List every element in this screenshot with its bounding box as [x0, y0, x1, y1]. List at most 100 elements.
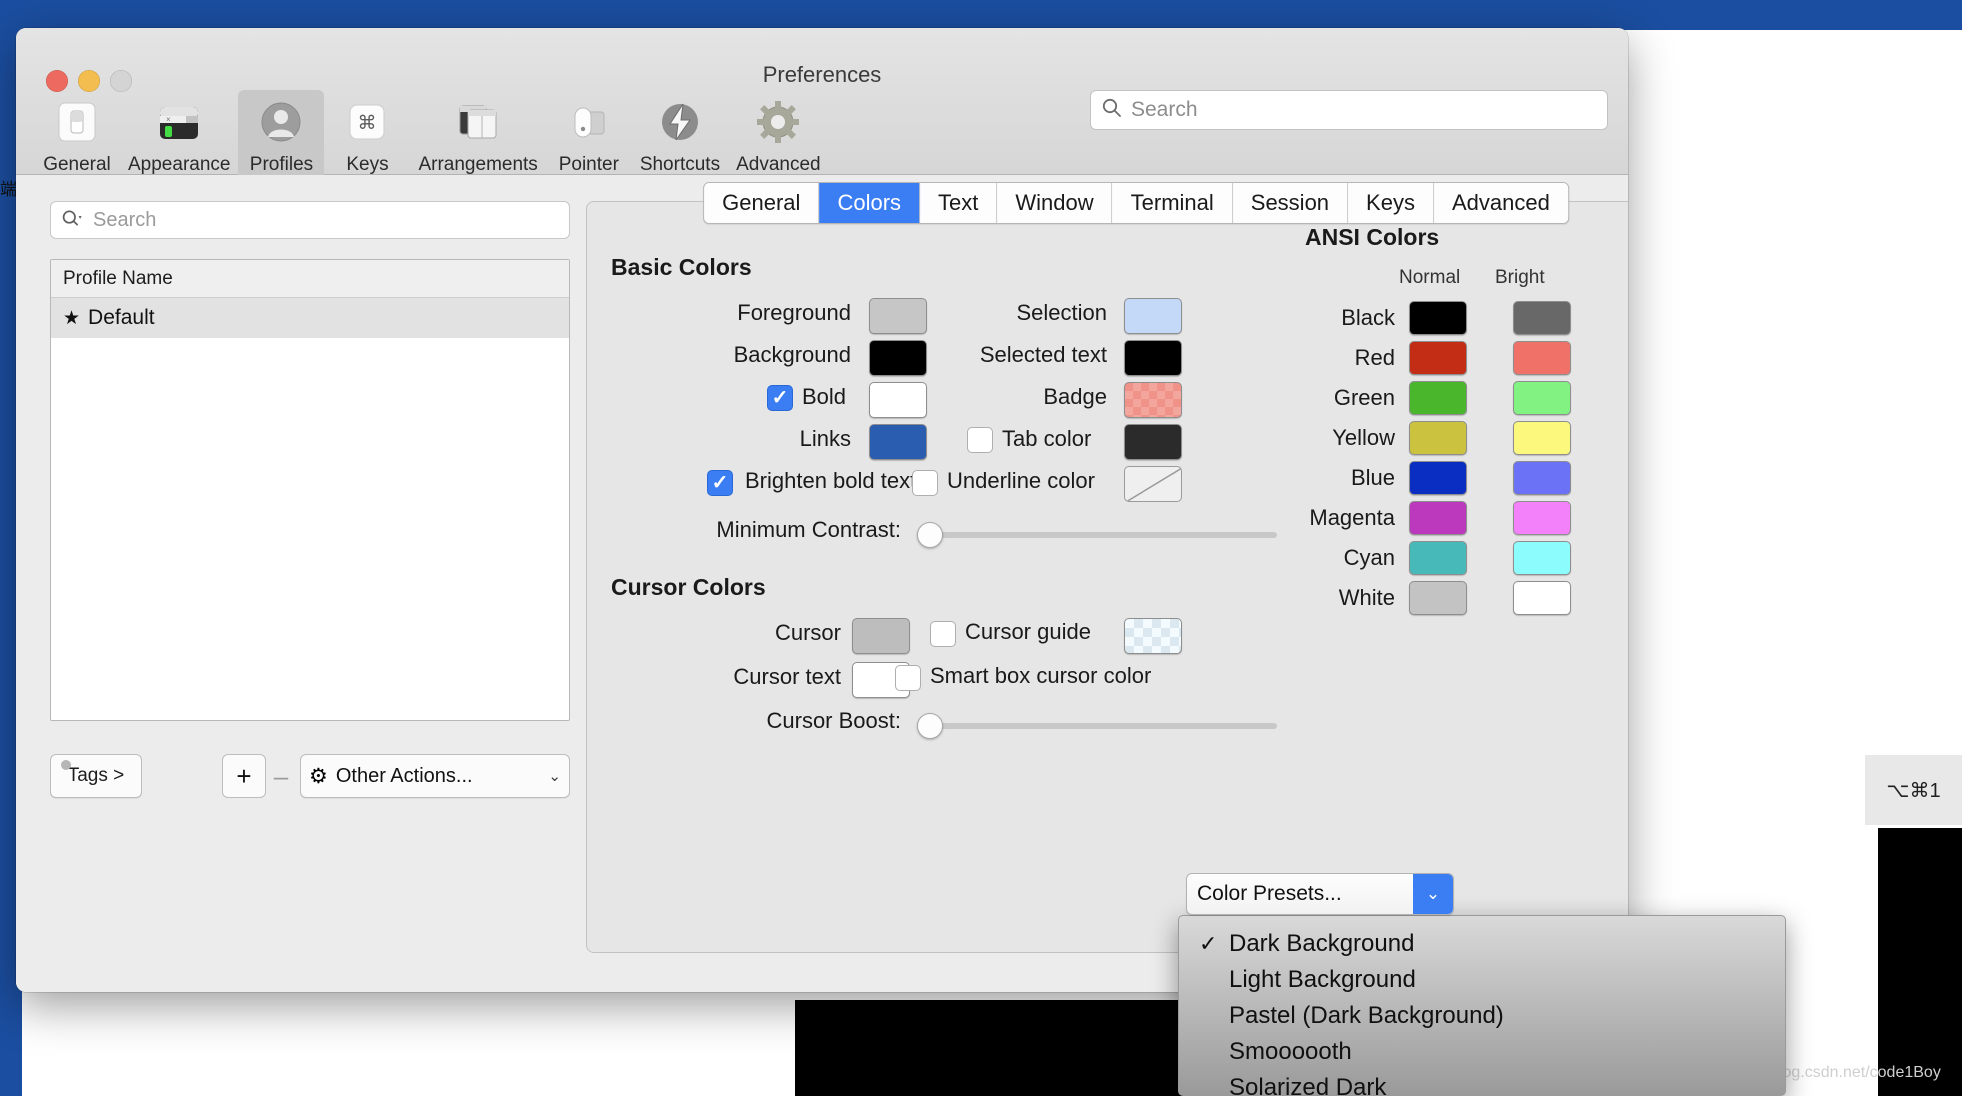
ansi-yellow-normal-swatch[interactable] — [1409, 421, 1467, 455]
ansi-white-normal-swatch[interactable] — [1409, 581, 1467, 615]
color-presets-menu: ✓ Dark Background Light Background Paste… — [1178, 915, 1786, 1096]
bold-checkbox[interactable] — [767, 385, 793, 411]
selection-row: Selection — [917, 300, 1107, 326]
underline-color-checkbox[interactable] — [912, 470, 938, 496]
cursor-text-label: Cursor text — [733, 664, 841, 689]
ansi-black-bright-swatch[interactable] — [1513, 301, 1571, 335]
ansi-magenta-normal-swatch[interactable] — [1409, 501, 1467, 535]
toolbar-item-label: Advanced — [736, 154, 821, 175]
minimum-contrast-slider-knob[interactable] — [917, 522, 943, 548]
toolbar-item-general[interactable]: General — [34, 90, 120, 180]
toolbar-item-profiles[interactable]: Profiles — [238, 90, 325, 180]
table-row[interactable]: ★ Default — [51, 298, 569, 338]
menu-item-pastel-dark-background[interactable]: Pastel (Dark Background) — [1179, 998, 1785, 1034]
ansi-cyan-bright-swatch[interactable] — [1513, 541, 1571, 575]
checkmark-icon: ✓ — [1199, 931, 1218, 956]
add-profile-button[interactable]: + — [222, 754, 266, 798]
toolbar-item-arrangements[interactable]: Arrangements — [410, 90, 545, 180]
menu-item-label: Dark Background — [1229, 930, 1415, 957]
color-presets-button[interactable]: Color Presets... ⌄ — [1186, 873, 1454, 915]
cursor-color-swatch[interactable] — [852, 618, 910, 654]
links-label: Links — [799, 426, 851, 451]
general-icon — [51, 96, 103, 148]
badge-color-swatch[interactable] — [1124, 382, 1182, 418]
ansi-bright-header: Bright — [1495, 267, 1545, 288]
cursor-guide-label: Cursor guide — [965, 619, 1091, 644]
links-color-swatch[interactable] — [869, 424, 927, 460]
ansi-blue-bright-swatch[interactable] — [1513, 461, 1571, 495]
selection-label: Selection — [1016, 300, 1107, 325]
tab-terminal[interactable]: Terminal — [1112, 183, 1233, 223]
tab-general[interactable]: General — [704, 183, 820, 223]
menu-item-label: Solarized Dark — [1229, 1074, 1387, 1096]
toolbar-item-pointer[interactable]: Pointer — [546, 90, 632, 180]
toolbar-item-appearance[interactable]: × Appearance — [120, 90, 238, 180]
ansi-cyan-normal-swatch[interactable] — [1409, 541, 1467, 575]
tab-color-swatch[interactable] — [1124, 424, 1182, 460]
ansi-green-normal-swatch[interactable] — [1409, 381, 1467, 415]
cursor-guide-checkbox[interactable] — [930, 621, 956, 647]
ansi-green-bright-swatch[interactable] — [1513, 381, 1571, 415]
background-row: Background — [611, 342, 851, 368]
smart-box-cursor-color-label: Smart box cursor color — [930, 663, 1152, 688]
tab-colors[interactable]: Colors — [819, 183, 921, 223]
smart-box-cursor-color-checkbox[interactable] — [895, 665, 921, 691]
tab-window[interactable]: Window — [997, 183, 1113, 223]
tab-keys[interactable]: Keys — [1348, 183, 1434, 223]
pane-splitter-handle[interactable] — [61, 760, 71, 770]
ansi-row-cyan: Cyan — [1305, 541, 1628, 575]
menu-item-smoooooth[interactable]: Smoooooth — [1179, 1034, 1785, 1070]
ansi-column-headers: Normal Bright — [1399, 267, 1628, 289]
ansi-row-red: Red — [1305, 341, 1628, 375]
remove-profile-button[interactable]: – — [266, 754, 296, 798]
toolbar-search-field[interactable]: Search — [1090, 90, 1608, 130]
menu-item-solarized-dark[interactable]: Solarized Dark — [1179, 1070, 1785, 1096]
ansi-magenta-bright-swatch[interactable] — [1513, 501, 1571, 535]
other-actions-dropdown[interactable]: ⚙ Other Actions... ⌄ — [300, 754, 570, 798]
terminal-shortcut-hint: ⌥⌘1 — [1865, 755, 1962, 825]
tab-text[interactable]: Text — [920, 183, 998, 223]
ansi-white-bright-swatch[interactable] — [1513, 581, 1571, 615]
toolbar-item-advanced[interactable]: Advanced — [728, 90, 829, 180]
chevron-down-icon: ⌄ — [1413, 874, 1453, 914]
cursor-label: Cursor — [774, 620, 841, 645]
underline-color-swatch[interactable] — [1124, 466, 1182, 502]
ansi-color-name: Red — [1354, 345, 1395, 370]
toolbar-item-label: Arrangements — [418, 154, 538, 175]
ansi-yellow-bright-swatch[interactable] — [1513, 421, 1571, 455]
tab-advanced[interactable]: Advanced — [1433, 183, 1568, 223]
chevron-down-icon: ⌄ — [548, 768, 561, 785]
selected-text-color-swatch[interactable] — [1124, 340, 1182, 376]
ansi-color-name: Yellow — [1332, 425, 1395, 450]
ansi-blue-normal-swatch[interactable] — [1409, 461, 1467, 495]
toolbar-item-label: Appearance — [128, 154, 231, 175]
selection-color-swatch[interactable] — [1124, 298, 1182, 334]
brighten-bold-text-checkbox[interactable] — [707, 470, 733, 496]
toolbar-item-label: Shortcuts — [639, 154, 721, 175]
minimum-contrast-label: Minimum Contrast: — [716, 517, 901, 542]
cursor-boost-slider-knob[interactable] — [917, 713, 943, 739]
selected-text-label: Selected text — [979, 342, 1107, 367]
cursor-guide-color-swatch[interactable] — [1124, 618, 1182, 654]
profile-search-input[interactable]: Search — [50, 201, 570, 239]
toolbar-item-keys[interactable]: ⌘ Keys — [324, 90, 410, 180]
tab-color-checkbox[interactable] — [967, 427, 993, 453]
terminal-window-right — [1878, 828, 1962, 1096]
ansi-black-normal-swatch[interactable] — [1409, 301, 1467, 335]
profiles-icon — [255, 96, 307, 148]
ansi-color-name: Cyan — [1343, 545, 1395, 570]
advanced-icon — [752, 96, 804, 148]
cursor-boost-slider[interactable] — [917, 713, 1277, 739]
menu-item-dark-background[interactable]: ✓ Dark Background — [1179, 926, 1785, 962]
tab-session[interactable]: Session — [1232, 183, 1349, 223]
toolbar-item-shortcuts[interactable]: Shortcuts — [632, 90, 728, 180]
ansi-row-black: Black — [1305, 301, 1628, 335]
svg-text:×: × — [166, 115, 171, 124]
ansi-red-bright-swatch[interactable] — [1513, 341, 1571, 375]
appearance-icon: × — [153, 96, 205, 148]
menu-item-light-background[interactable]: Light Background — [1179, 962, 1785, 998]
ansi-red-normal-swatch[interactable] — [1409, 341, 1467, 375]
brighten-bold-text-label: Brighten bold text — [745, 468, 917, 493]
colors-tabview: General Colors Text Window Terminal Sess… — [586, 182, 1628, 953]
minimum-contrast-slider[interactable] — [917, 522, 1277, 548]
